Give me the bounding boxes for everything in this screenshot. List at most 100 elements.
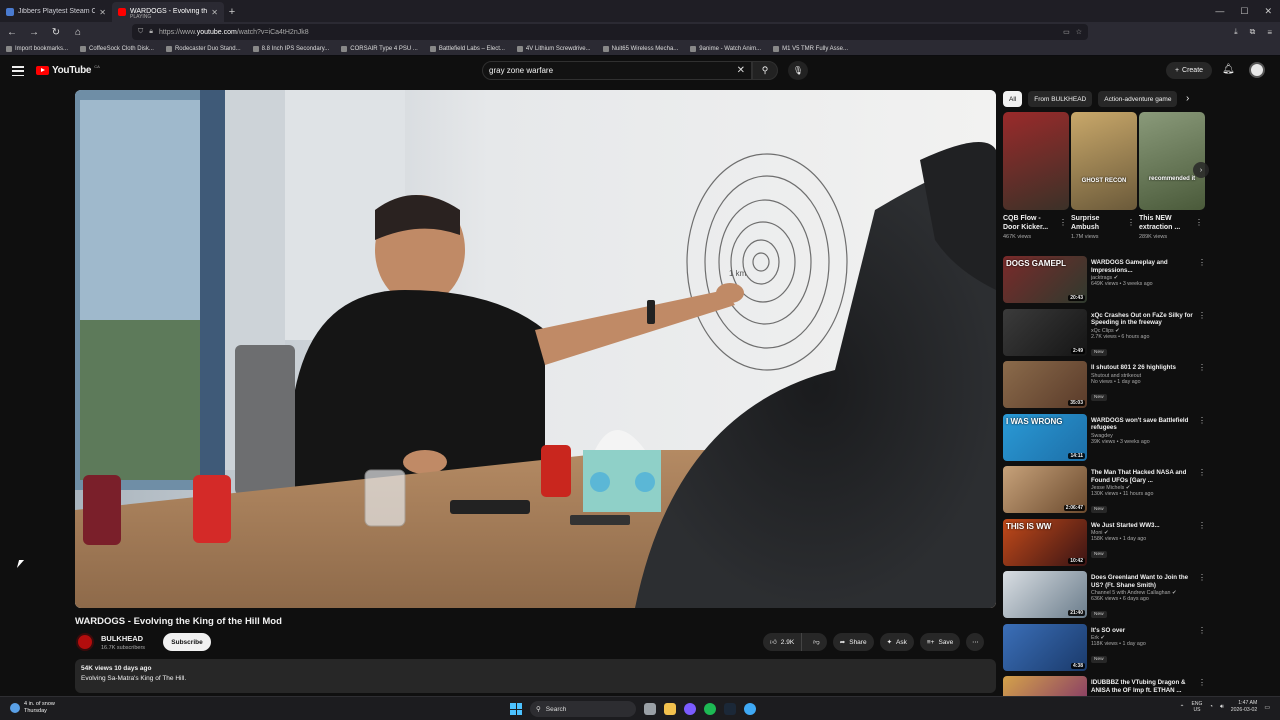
- recommended-video[interactable]: I WAS WRONG 14:11 WARDOGS won't save Battl…: [1003, 413, 1208, 464]
- language-indicator[interactable]: ENG US: [1192, 701, 1203, 713]
- filter-chip[interactable]: All: [1003, 91, 1023, 107]
- save-button[interactable]: ≡+ Save: [919, 633, 961, 651]
- firefox-icon[interactable]: [684, 703, 696, 715]
- video-title[interactable]: xQc Crashes Out on FaZe Silky for Speedi…: [1091, 312, 1195, 327]
- menu-icon[interactable]: ≡: [1267, 28, 1272, 37]
- bookmark-item[interactable]: 4V Lithium Screwdrive...: [516, 45, 591, 52]
- video-title[interactable]: We Just Started WW3...: [1091, 522, 1195, 530]
- minimize-icon[interactable]: —: [1215, 6, 1224, 16]
- video-title[interactable]: It's SO over: [1091, 627, 1195, 635]
- home-icon[interactable]: ⌂: [72, 27, 84, 38]
- bookmark-item[interactable]: CORSAIR Type 4 PSU ...: [341, 45, 418, 52]
- video-thumbnail[interactable]: 2:49: [1003, 308, 1087, 356]
- chevron-up-icon[interactable]: ⌃: [1180, 704, 1185, 711]
- more-vertical-icon[interactable]: ⋮: [1198, 468, 1206, 477]
- recommended-video[interactable]: 21:40 Does Greenland Want to Join the US?…: [1003, 571, 1208, 621]
- address-bar[interactable]: ⛉ 🔒︎ https://www.youtube.com/watch?v=iCa…: [132, 24, 1088, 40]
- video-thumbnail[interactable]: 4:38: [1003, 623, 1087, 671]
- search-button[interactable]: ⚲: [752, 61, 778, 80]
- voice-search-button[interactable]: 🎙︎: [788, 61, 808, 80]
- more-vertical-icon[interactable]: ⋮: [1198, 416, 1206, 425]
- video-title[interactable]: WARDOGS won't save Battlefield refugees: [1091, 417, 1195, 432]
- hamburger-menu-icon[interactable]: [12, 66, 24, 76]
- channel-avatar[interactable]: [76, 633, 94, 651]
- video-title[interactable]: Does Greenland Want to Join the US? (Ft.…: [1091, 574, 1195, 589]
- app-icon[interactable]: [744, 703, 756, 715]
- recommended-video[interactable]: 2:49 xQc Crashes Out on FaZe Silky for Sp…: [1003, 308, 1208, 359]
- bookmark-item[interactable]: CoffeeSock Cloth Disk...: [80, 45, 154, 52]
- download-icon[interactable]: ⤓: [1234, 27, 1238, 37]
- shorts-next-button[interactable]: ›: [1193, 162, 1209, 178]
- browser-tab[interactable]: WARDOGS - Evolving the KingPLAYING✕: [112, 2, 224, 22]
- video-thumbnail[interactable]: [1003, 676, 1087, 696]
- video-thumbnail[interactable]: 2:06:47: [1003, 466, 1087, 513]
- video-thumbnail[interactable]: DOGS GAMEPL 20:43: [1003, 256, 1087, 303]
- close-icon[interactable]: ✕: [1264, 6, 1272, 17]
- short-card[interactable]: GHOST RECON Surprise Ambush 1.7M views ⋮: [1071, 112, 1137, 240]
- more-vertical-icon[interactable]: ⋮: [1059, 218, 1067, 227]
- video-player[interactable]: 1 km: [75, 90, 996, 608]
- search-input[interactable]: gray zone warfare ✕: [482, 61, 752, 80]
- description-box[interactable]: 54K views 10 days ago Evolving Sa-Matra'…: [75, 659, 996, 693]
- video-thumbnail[interactable]: THIS IS WW 10:42: [1003, 518, 1087, 566]
- clear-search-icon[interactable]: ✕: [737, 65, 745, 76]
- bookmark-item[interactable]: M1 V5 TMR Fully Asse...: [773, 45, 848, 52]
- video-thumbnail[interactable]: I WAS WRONG 14:11: [1003, 413, 1087, 461]
- subscribe-button[interactable]: Subscribe: [163, 633, 211, 651]
- recommended-video[interactable]: IDUBBBZ the VTubing Dragon & ANISA the O…: [1003, 676, 1208, 696]
- shield-icon[interactable]: ⛉: [138, 28, 143, 36]
- recommended-video[interactable]: DOGS GAMEPL 20:43 WARDOGS Gameplay and Imp…: [1003, 256, 1208, 306]
- bookmark-item[interactable]: Nuit65 Wireless Mecha...: [602, 45, 678, 52]
- recommended-video[interactable]: 4:38 It's SO over Erk ✔ 118K views • 1 day …: [1003, 623, 1208, 674]
- extensions-icon[interactable]: ⧉: [1250, 27, 1256, 37]
- video-thumbnail[interactable]: 21:40: [1003, 571, 1087, 618]
- more-vertical-icon[interactable]: ⋮: [1127, 218, 1135, 227]
- forward-icon[interactable]: →: [28, 27, 40, 38]
- taskbar-search[interactable]: ⚲ Search: [530, 701, 636, 717]
- more-vertical-icon[interactable]: ⋮: [1195, 218, 1203, 227]
- wifi-icon[interactable]: ◔: [1209, 704, 1213, 710]
- reload-icon[interactable]: ↻: [50, 27, 62, 38]
- more-vertical-icon[interactable]: ⋮: [1198, 363, 1206, 372]
- recommended-video[interactable]: 2:06:47 The Man That Hacked NASA and Foun…: [1003, 466, 1208, 516]
- channel-name[interactable]: BULKHEAD: [101, 634, 143, 643]
- more-vertical-icon[interactable]: ⋮: [1198, 626, 1206, 635]
- create-button[interactable]: + Create: [1166, 62, 1212, 79]
- filter-chip[interactable]: Action-adventure game: [1098, 91, 1178, 107]
- filter-chip[interactable]: From BULKHEAD: [1028, 91, 1093, 107]
- short-thumbnail[interactable]: [1003, 112, 1069, 210]
- more-vertical-icon[interactable]: ⋮: [1198, 258, 1206, 267]
- steam-icon[interactable]: [724, 703, 736, 715]
- tab-close-icon[interactable]: ✕: [211, 8, 218, 17]
- account-avatar[interactable]: [1249, 62, 1265, 78]
- more-vertical-icon[interactable]: ⋮: [1198, 573, 1206, 582]
- bookmark-item[interactable]: Import bookmarks...: [6, 45, 68, 52]
- short-card[interactable]: CQB Flow - Door Kicker... 467K views ⋮: [1003, 112, 1069, 240]
- volume-icon[interactable]: 🔊︎: [1220, 704, 1224, 711]
- video-title[interactable]: IDUBBBZ the VTubing Dragon & ANISA the O…: [1091, 679, 1195, 694]
- spotify-icon[interactable]: [704, 703, 716, 715]
- clock[interactable]: 1:47 AM 2026-03-02: [1231, 700, 1258, 714]
- more-vertical-icon[interactable]: ⋮: [1198, 678, 1206, 687]
- task-view-icon[interactable]: [644, 703, 656, 715]
- reader-icon[interactable]: ▭: [1063, 28, 1070, 36]
- like-button[interactable]: 👍︎ 2.9K: [763, 633, 803, 651]
- more-vertical-icon[interactable]: ⋮: [1198, 311, 1206, 320]
- short-thumbnail[interactable]: GHOST RECON: [1071, 112, 1137, 210]
- more-actions-button[interactable]: ⋯: [966, 633, 985, 651]
- bookmark-item[interactable]: Battlefield Labs – Elect...: [429, 45, 505, 52]
- dislike-button[interactable]: 👎︎: [806, 633, 827, 651]
- recommended-video[interactable]: THIS IS WW 10:42 We Just Started WW3... Mon…: [1003, 518, 1208, 569]
- video-title[interactable]: ll shutout 801 2 26 highlights: [1091, 364, 1195, 372]
- bookmark-item[interactable]: 8.8 Inch IPS Secondary...: [252, 45, 329, 52]
- bookmark-item[interactable]: Rodecaster Duo Stand...: [165, 45, 241, 52]
- notification-icon[interactable]: ▭: [1264, 704, 1270, 711]
- weather-widget[interactable]: 4 in. of snow Thursday: [10, 701, 55, 715]
- video-title[interactable]: WARDOGS Gameplay and Impressions...: [1091, 259, 1195, 274]
- back-icon[interactable]: ←: [6, 27, 18, 38]
- recommended-video[interactable]: 35:03 ll shutout 801 2 26 highlights Shuto…: [1003, 361, 1208, 411]
- chevron-right-icon[interactable]: ›: [1186, 93, 1189, 104]
- bookmark-star-icon[interactable]: ☆: [1076, 28, 1082, 36]
- bookmark-item[interactable]: 9anime - Watch Anim...: [690, 45, 761, 52]
- video-title[interactable]: The Man That Hacked NASA and Found UFOs …: [1091, 469, 1195, 484]
